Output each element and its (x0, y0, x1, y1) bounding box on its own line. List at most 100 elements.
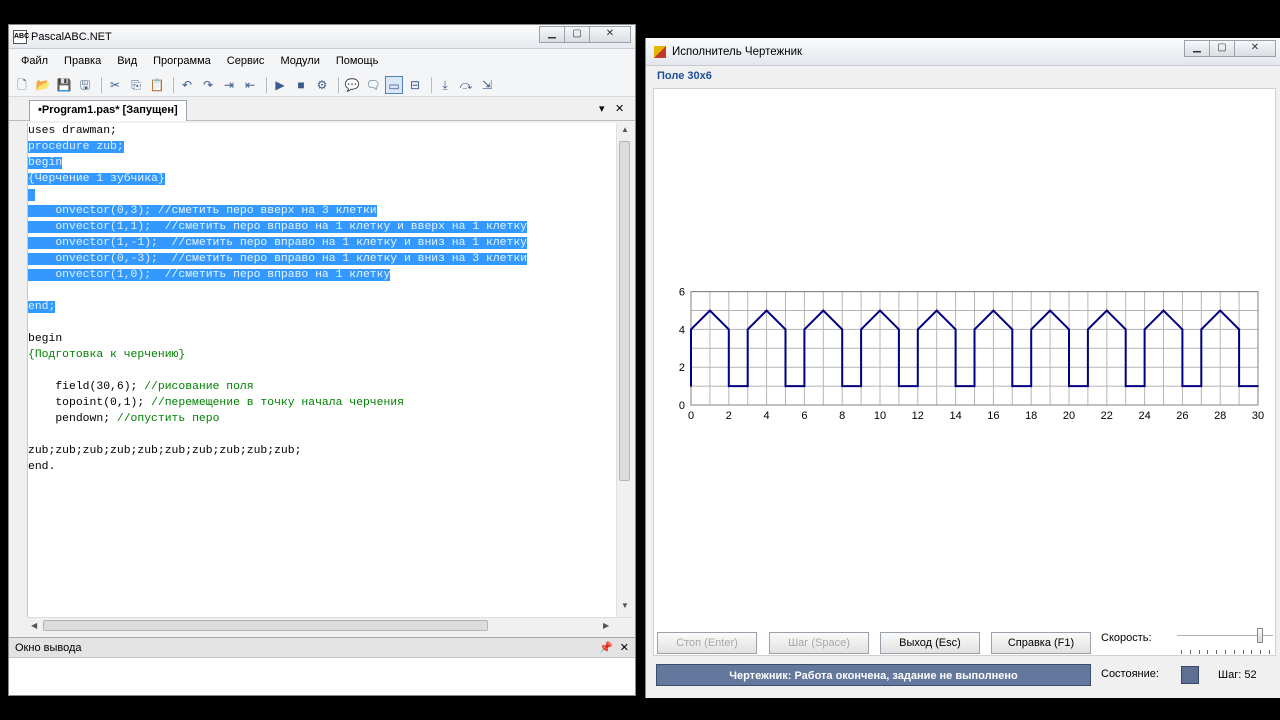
run-to-cursor-icon[interactable]: ⇲ (478, 76, 496, 94)
speed-slider-thumb[interactable] (1257, 628, 1264, 643)
tab-program1[interactable]: •Program1.pas* [Запущен] (29, 100, 187, 121)
pen-path-point (860, 385, 862, 387)
pen-path-point (1087, 328, 1089, 331)
code-line[interactable]: begin (28, 331, 616, 347)
code-line-text: procedure zub; (28, 141, 124, 153)
compile-icon[interactable]: ⚙ (313, 76, 331, 94)
unindent-icon[interactable]: ⇤ (241, 76, 259, 94)
cut-icon[interactable]: ✂ (106, 76, 124, 94)
pen-path-point (860, 328, 862, 331)
code-editor[interactable]: uses drawman; procedure zub; begin {Черчени… (27, 123, 632, 633)
code-line[interactable]: onvector(0,3); //сметить перо вверх на 3… (28, 203, 616, 219)
drawman-minimize-button[interactable]: ▁ (1184, 40, 1210, 57)
pen-path-point (690, 328, 692, 331)
output-close-icon[interactable]: ✕ (620, 638, 629, 658)
title-bar: ABC PascalABC.NET ▁ ▢ ✕ (9, 25, 635, 49)
minimize-button[interactable]: ▁ (539, 26, 565, 43)
slider-tick (1269, 650, 1270, 654)
undo-icon[interactable]: ↶ (178, 76, 196, 94)
run-icon[interactable]: ▶ (271, 76, 289, 94)
step-into-icon[interactable]: ⤓ (436, 76, 454, 94)
code-line[interactable]: procedure zub; (28, 139, 616, 155)
redo-icon[interactable]: ↷ (199, 76, 217, 94)
drawing-grid: 0 2 4 6 8 10 12 14 16 18 20 22 24 26 28 300246 (679, 287, 1264, 422)
code-line-text: begin (28, 333, 63, 345)
code-line[interactable] (28, 187, 616, 203)
comment-icon[interactable]: 💬 (343, 76, 361, 94)
drawman-close-button[interactable]: ✕ (1234, 40, 1276, 57)
pin-icon[interactable]: 📌 (599, 638, 613, 658)
drawman-maximize-button[interactable]: ▢ (1209, 40, 1235, 57)
scroll-down-icon[interactable]: ▼ (621, 601, 629, 610)
code-line[interactable] (28, 363, 616, 379)
drawman-app-icon (654, 46, 666, 58)
open-folder-icon[interactable]: 📂 (34, 76, 52, 94)
exit-button[interactable]: Выход (Esc) (880, 632, 980, 654)
code-line[interactable]: field(30,6); //рисование поля (28, 379, 616, 395)
scroll-right-icon[interactable]: ▶ (603, 621, 609, 630)
x-tick-label: 10 (874, 410, 886, 422)
menu-edit[interactable]: Правка (56, 55, 109, 67)
slider-tick (1242, 650, 1244, 654)
tab-list-icon[interactable]: ▾ (599, 102, 605, 115)
uncomment-icon[interactable]: 🗨 (364, 76, 382, 94)
step-over-icon[interactable]: ⤼ (457, 76, 475, 94)
save-all-icon[interactable]: 🖫 (76, 76, 94, 94)
code-line[interactable]: {Подготовка к черчению} (28, 347, 616, 363)
code-line[interactable]: onvector(1,-1); //сметить перо вправо на… (28, 235, 616, 251)
tab-close-icon[interactable]: ✕ (615, 102, 624, 115)
code-line[interactable]: onvector(1,0); //сметить перо вправо на … (28, 267, 616, 283)
step-button[interactable]: Шаг (Space) (769, 632, 869, 654)
help-button[interactable]: Справка (F1) (991, 632, 1091, 654)
console-icon[interactable]: ▭ (385, 75, 403, 94)
scroll-up-icon[interactable]: ▲ (621, 125, 629, 134)
code-line[interactable]: onvector(1,1); //сметить перо вправо на … (28, 219, 616, 235)
slider-tick (1260, 650, 1262, 654)
code-line[interactable]: end. (28, 459, 616, 475)
vertical-scrollbar[interactable]: ▲ ▼ (616, 123, 632, 633)
stop-button[interactable]: Стоп (Enter) (657, 632, 757, 654)
format-icon[interactable]: ⊟ (406, 76, 424, 94)
copy-icon[interactable]: ⎘ (127, 76, 145, 94)
y-tick-label: 2 (679, 362, 685, 374)
menu-modules[interactable]: Модули (272, 55, 327, 67)
save-icon[interactable]: 💾 (55, 76, 73, 94)
pen-path-point (1068, 328, 1070, 331)
pen-path-point (898, 385, 900, 387)
toolbar-separator (431, 76, 432, 93)
code-line[interactable]: {Черчение 1 зубчика} (28, 171, 616, 187)
pen-path-point (917, 328, 919, 331)
pen-path-point (1162, 309, 1165, 312)
maximize-button[interactable]: ▢ (564, 26, 590, 43)
code-line[interactable]: zub;zub;zub;zub;zub;zub;zub;zub;zub;zub; (28, 443, 616, 459)
code-line[interactable]: uses drawman; (28, 123, 616, 139)
indent-icon[interactable]: ⇥ (220, 76, 238, 94)
menu-view[interactable]: Вид (109, 55, 145, 67)
menu-file[interactable]: Файл (13, 55, 56, 67)
stop-icon[interactable]: ■ (292, 76, 310, 94)
vertical-scroll-thumb[interactable] (619, 141, 630, 481)
paste-icon[interactable]: 📋 (148, 76, 166, 94)
code-line[interactable] (28, 315, 616, 331)
pen-path-point (954, 385, 957, 387)
menu-help[interactable]: Помощь (328, 55, 387, 67)
menu-program[interactable]: Программа (145, 55, 219, 67)
toolbar-separator (266, 76, 267, 93)
horizontal-scrollbar[interactable]: ◀ ▶ (27, 617, 632, 633)
code-line[interactable]: onvector(0,-3); //сметить перо вправо на… (28, 251, 616, 267)
code-line[interactable]: topoint(0,1); //перемещение в точку нача… (28, 395, 616, 411)
code-line[interactable]: begin (28, 155, 616, 171)
code-text[interactable]: uses drawman; procedure zub; begin {Черчени… (28, 123, 616, 475)
menu-service[interactable]: Сервис (219, 55, 273, 67)
menu-bar: Файл Правка Вид Программа Сервис Модули … (9, 49, 635, 73)
window-title: PascalABC.NET (31, 31, 112, 43)
horizontal-scroll-thumb[interactable] (43, 620, 488, 631)
new-file-icon[interactable]: 🗋 (13, 76, 31, 94)
close-button[interactable]: ✕ (589, 26, 631, 43)
pen-path-point (746, 328, 749, 331)
code-line[interactable]: end; (28, 299, 616, 315)
code-line[interactable] (28, 427, 616, 443)
code-line[interactable]: pendown; //опустить перо (28, 411, 616, 427)
code-line[interactable] (28, 283, 616, 299)
scroll-left-icon[interactable]: ◀ (31, 621, 37, 630)
